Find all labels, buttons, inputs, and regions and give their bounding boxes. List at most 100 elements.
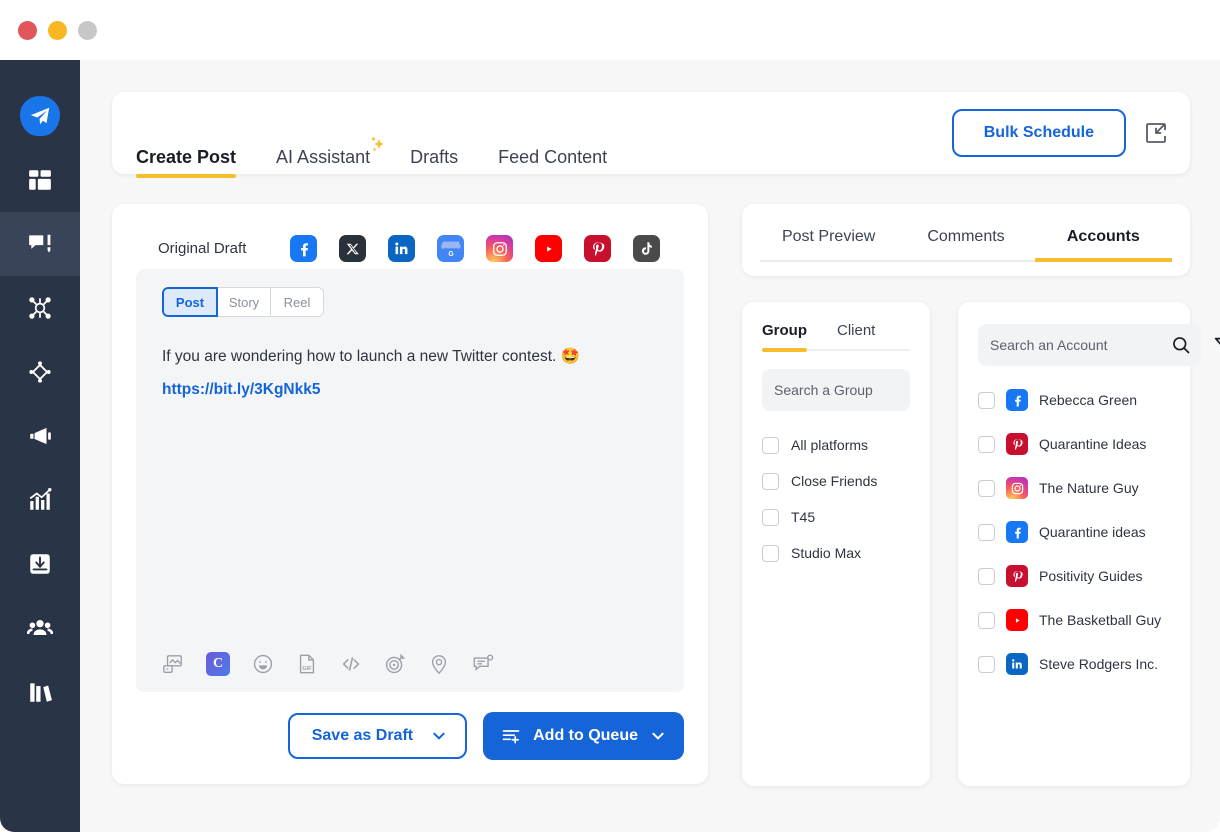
checkbox[interactable]	[762, 509, 779, 526]
list-item[interactable]: Close Friends	[762, 463, 910, 499]
segment-post[interactable]: Post	[162, 287, 218, 317]
post-emoji: 🤩	[561, 348, 580, 365]
list-item[interactable]: Rebecca Green	[978, 378, 1170, 422]
sidebar-item-engage[interactable]	[0, 340, 80, 404]
checkbox[interactable]	[978, 612, 995, 629]
first-comment-icon[interactable]	[472, 653, 494, 675]
tab-original-draft-label: Original Draft	[158, 240, 246, 257]
checkbox[interactable]	[978, 480, 995, 497]
checkbox[interactable]	[762, 437, 779, 454]
sidebar-item-dashboard[interactable]	[0, 148, 80, 212]
tab-feed-content-label: Feed Content	[498, 147, 607, 167]
save-as-draft-button[interactable]: Save as Draft	[288, 713, 467, 759]
checkbox[interactable]	[978, 524, 995, 541]
media-image-icon[interactable]	[162, 653, 184, 675]
list-item[interactable]: Quarantine ideas	[978, 510, 1170, 554]
post-text-content[interactable]: If you are wondering how to launch a new…	[162, 345, 658, 402]
checkbox[interactable]	[762, 473, 779, 490]
search-group-input[interactable]	[774, 382, 955, 398]
post-link[interactable]: https://bit.ly/3KgNkk5	[162, 378, 658, 402]
code-icon[interactable]	[340, 653, 362, 675]
checkbox[interactable]	[978, 392, 995, 409]
tab-ai-assistant[interactable]: AI Assistant	[256, 147, 390, 174]
megaphone-icon	[27, 423, 53, 449]
platform-icon-list: G	[268, 235, 660, 262]
sidebar-item-publish[interactable]	[0, 212, 80, 276]
pinterest-icon[interactable]	[584, 235, 611, 262]
gif-icon[interactable]: GIF	[296, 653, 318, 675]
sidebar-item-team[interactable]	[0, 596, 80, 660]
canva-icon[interactable]: C	[206, 652, 230, 676]
filter-funnel-icon[interactable]	[1213, 334, 1220, 356]
right-panel: Post Preview Comments Accounts Group Cli…	[742, 204, 1190, 786]
tab-drafts[interactable]: Drafts	[390, 147, 478, 174]
compose-post-icon	[27, 231, 53, 257]
location-pin-icon[interactable]	[428, 653, 450, 675]
list-item[interactable]: The Nature Guy	[978, 466, 1170, 510]
account-name: The Nature Guy	[1039, 480, 1139, 496]
account-name: Quarantine ideas	[1039, 524, 1146, 540]
segment-reel[interactable]: Reel	[271, 287, 324, 317]
sidebar-item-network[interactable]	[0, 276, 80, 340]
checkbox[interactable]	[978, 436, 995, 453]
maximize-window-button[interactable]	[78, 21, 97, 40]
sidebar-item-inbox[interactable]	[0, 532, 80, 596]
target-goal-icon[interactable]	[384, 653, 406, 675]
list-item[interactable]: Steve Rodgers Inc.	[978, 642, 1170, 686]
group-search-box[interactable]	[762, 369, 910, 411]
pinterest-icon	[1006, 565, 1028, 587]
tab-comments[interactable]: Comments	[897, 228, 1034, 262]
account-name: Rebecca Green	[1039, 392, 1137, 408]
account-name: Quarantine Ideas	[1039, 436, 1146, 452]
tab-post-preview[interactable]: Post Preview	[760, 228, 897, 262]
sidebar-item-campaigns[interactable]	[0, 404, 80, 468]
facebook-icon[interactable]	[290, 235, 317, 262]
add-to-queue-label: Add to Queue	[533, 727, 638, 745]
editor-toolbar: C GIF	[162, 652, 494, 676]
list-item[interactable]: T45	[762, 499, 910, 535]
tab-group[interactable]: Group	[762, 320, 815, 349]
checkbox[interactable]	[762, 545, 779, 562]
add-to-queue-button[interactable]: Add to Queue	[483, 712, 684, 760]
tiktok-icon[interactable]	[633, 235, 660, 262]
list-item[interactable]: Positivity Guides	[978, 554, 1170, 598]
accounts-panel: Rebecca Green Quarantine Ideas	[958, 302, 1190, 786]
bulk-schedule-button[interactable]: Bulk Schedule	[952, 109, 1126, 157]
search-account-input[interactable]	[990, 337, 1171, 353]
group-label: Close Friends	[791, 473, 877, 489]
list-item[interactable]: All platforms	[762, 427, 910, 463]
accounts-list: Rebecca Green Quarantine Ideas	[978, 378, 1170, 686]
tab-feed-content[interactable]: Feed Content	[478, 147, 627, 174]
tab-create-post[interactable]: Create Post	[136, 147, 256, 174]
close-window-button[interactable]	[18, 21, 37, 40]
save-as-draft-label: Save as Draft	[312, 727, 413, 745]
minimize-window-button[interactable]	[48, 21, 67, 40]
emoji-icon[interactable]	[252, 653, 274, 675]
collapse-panel-icon[interactable]	[1144, 121, 1168, 145]
sidebar-item-analytics[interactable]	[0, 468, 80, 532]
post-text-value: If you are wondering how to launch a new…	[162, 348, 556, 365]
tab-original-draft[interactable]: Original Draft	[136, 228, 268, 269]
youtube-icon[interactable]	[535, 235, 562, 262]
x-twitter-icon[interactable]	[339, 235, 366, 262]
paper-plane-logo-icon	[20, 96, 60, 136]
linkedin-icon[interactable]	[388, 235, 415, 262]
account-search-box[interactable]	[978, 324, 1201, 366]
checkbox[interactable]	[978, 656, 995, 673]
tab-ai-assistant-label: AI Assistant	[276, 147, 370, 167]
list-item[interactable]: The Basketball Guy	[978, 598, 1170, 642]
list-item[interactable]: Quarantine Ideas	[978, 422, 1170, 466]
list-item[interactable]: Studio Max	[762, 535, 910, 571]
checkbox[interactable]	[978, 568, 995, 585]
instagram-icon[interactable]	[486, 235, 513, 262]
account-name: The Basketball Guy	[1039, 612, 1161, 628]
segment-story[interactable]: Story	[218, 287, 271, 317]
sidebar-item-logo[interactable]	[0, 84, 80, 148]
sidebar-item-library[interactable]	[0, 660, 80, 724]
tab-client[interactable]: Client	[837, 320, 883, 349]
group-panel: Group Client All platforms	[742, 302, 930, 786]
google-business-icon[interactable]: G	[437, 235, 464, 262]
youtube-icon	[1006, 609, 1028, 631]
app-window: Create Post AI Assistant Drafts	[0, 0, 1220, 832]
tab-accounts[interactable]: Accounts	[1035, 228, 1172, 262]
